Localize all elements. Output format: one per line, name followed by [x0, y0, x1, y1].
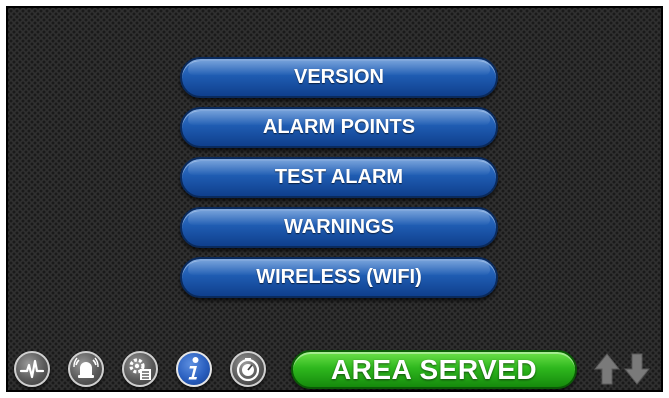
area-served-label: AREA SERVED	[330, 353, 538, 385]
gauge-button[interactable]	[230, 351, 266, 387]
wireless-wifi-button-label: WIRELESS (WIFI)	[256, 266, 422, 288]
area-served-button[interactable]: AREA SERVED	[291, 350, 577, 389]
alarm-bell-icon	[73, 357, 99, 378]
alarm-bell-button[interactable]	[68, 351, 104, 387]
alarm-points-button[interactable]: ALARM POINTS	[180, 107, 498, 148]
warnings-button-label: WARNINGS	[284, 216, 394, 238]
version-button-label: VERSION	[293, 66, 385, 88]
bottom-navigation-bar: AREA SERVED	[8, 347, 661, 390]
test-alarm-button-label: TEST ALARM	[274, 166, 404, 188]
wireless-wifi-button[interactable]: WIRELESS (WIFI)	[180, 257, 498, 298]
pulse-icon	[19, 359, 45, 379]
info-icon	[188, 357, 199, 380]
info-button[interactable]	[176, 351, 212, 387]
down-arrow-icon[interactable]	[622, 351, 652, 387]
test-alarm-button[interactable]: TEST ALARM	[180, 157, 498, 198]
pulse-button[interactable]	[14, 351, 50, 387]
info-menu: VERSION ALARM POINTS TEST ALARM WARNINGS…	[180, 57, 498, 307]
settings-checklist-icon	[129, 358, 151, 380]
warnings-button[interactable]: WARNINGS	[180, 207, 498, 248]
gauge-icon	[236, 358, 260, 382]
alarm-points-button-label: ALARM POINTS	[262, 116, 416, 138]
up-arrow-icon[interactable]	[592, 351, 622, 387]
version-button[interactable]: VERSION	[180, 57, 498, 98]
settings-checklist-button[interactable]	[122, 351, 158, 387]
panel-screen: VERSION ALARM POINTS TEST ALARM WARNINGS…	[8, 8, 661, 390]
